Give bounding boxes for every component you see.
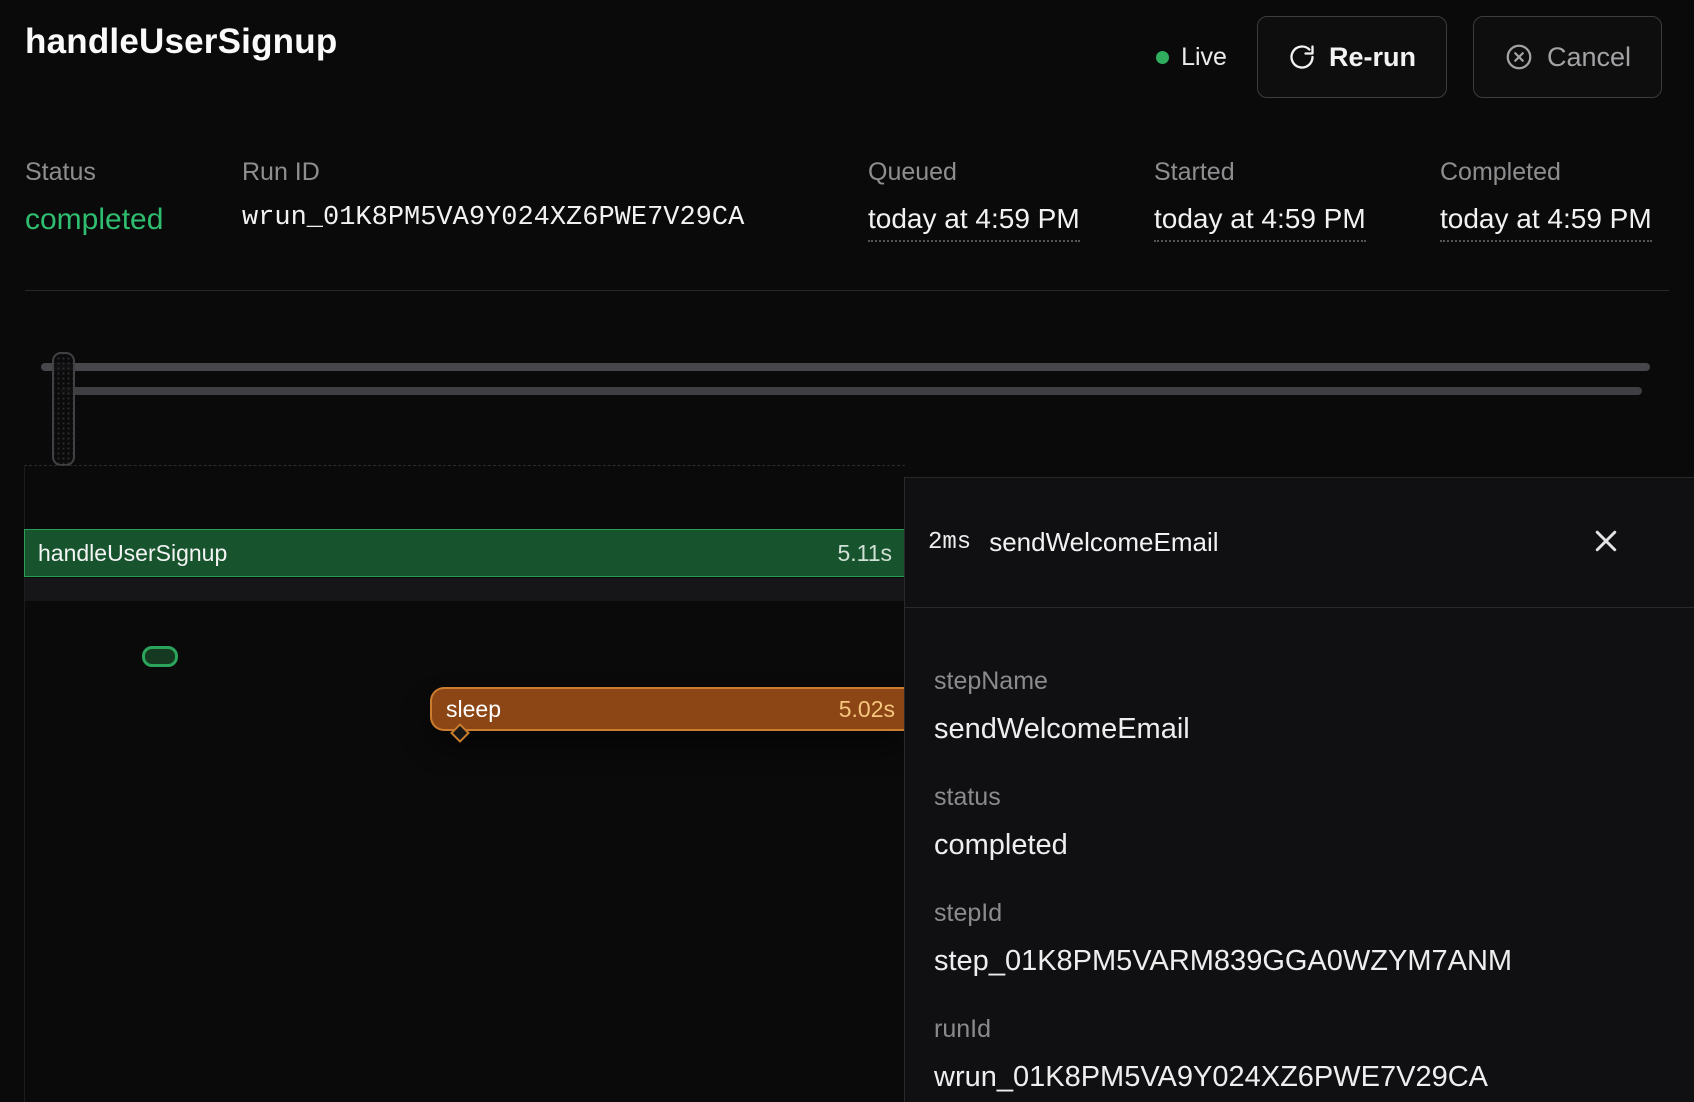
step-duration-badge: 2ms	[928, 529, 971, 556]
cancel-button[interactable]: Cancel	[1473, 16, 1662, 98]
cancel-button-label: Cancel	[1547, 42, 1631, 73]
meta-started-label: Started	[1154, 158, 1366, 187]
meta-status-label: Status	[25, 158, 163, 187]
page-title: handleUserSignup	[25, 22, 337, 62]
minimap-track-root	[41, 363, 1650, 371]
rerun-button-label: Re-run	[1329, 42, 1416, 73]
meta-status: Status completed	[25, 158, 163, 237]
completed-time[interactable]: today at 4:59 PM	[1440, 203, 1652, 242]
rerun-button[interactable]: Re-run	[1257, 16, 1447, 98]
field-step-name-value: sendWelcomeEmail	[934, 710, 1664, 748]
close-icon	[1591, 526, 1621, 559]
meta-run-id: Run ID wrun_01K8PM5VA9Y024XZ6PWE7V29CA	[242, 158, 744, 233]
run-details-page: handleUserSignup Live Re-run Cancel	[0, 0, 1694, 1102]
trace-span-root[interactable]: handleUserSignup 5.11s	[24, 529, 905, 577]
circle-x-icon	[1504, 42, 1534, 72]
step-detail-body: stepName sendWelcomeEmail status complet…	[905, 608, 1694, 1096]
live-label: Live	[1181, 43, 1227, 72]
queued-time[interactable]: today at 4:59 PM	[868, 203, 1080, 242]
field-status: status completed	[934, 782, 1664, 864]
trace-span-root-duration: 5.11s	[837, 540, 892, 567]
field-step-name: stepName sendWelcomeEmail	[934, 666, 1664, 748]
trace-span-root-label: handleUserSignup	[38, 540, 227, 567]
field-run-id-label: runId	[934, 1014, 1664, 1044]
header-divider	[25, 290, 1669, 291]
trace-span-sleep-label: sleep	[446, 696, 501, 723]
refresh-icon	[1288, 43, 1316, 71]
trace-span-sleep-duration: 5.02s	[839, 696, 895, 723]
meta-started: Started today at 4:59 PM	[1154, 158, 1366, 242]
live-dot	[1156, 51, 1169, 64]
field-step-id-label: stepId	[934, 898, 1664, 928]
step-detail-panel: 2ms sendWelcomeEmail stepName sendWelcom…	[904, 477, 1694, 1102]
step-detail-header: 2ms sendWelcomeEmail	[905, 478, 1694, 608]
live-indicator: Live	[1156, 43, 1227, 72]
meta-run-id-label: Run ID	[242, 158, 744, 187]
minimap-brush-handle[interactable]	[52, 352, 75, 466]
field-status-value: completed	[934, 826, 1664, 864]
step-detail-title: sendWelcomeEmail	[989, 527, 1218, 558]
minimap-track-child	[60, 387, 1642, 395]
meta-queued: Queued today at 4:59 PM	[868, 158, 1080, 242]
waterfall-top-border	[24, 465, 905, 466]
trace-span-send-welcome-email[interactable]	[142, 646, 178, 667]
meta-completed-label: Completed	[1440, 158, 1652, 187]
selected-row-highlight	[25, 578, 905, 601]
run-id-value: wrun_01K8PM5VA9Y024XZ6PWE7V29CA	[242, 203, 744, 233]
header-actions: Live Re-run Cancel	[1156, 16, 1662, 98]
started-time[interactable]: today at 4:59 PM	[1154, 203, 1366, 242]
field-step-id-value: step_01K8PM5VARM839GGA0WZYM7ANM	[934, 942, 1664, 980]
field-run-id: runId wrun_01K8PM5VA9Y024XZ6PWE7V29CA	[934, 1014, 1664, 1096]
field-run-id-value: wrun_01K8PM5VA9Y024XZ6PWE7V29CA	[934, 1058, 1664, 1096]
status-badge: completed	[25, 203, 163, 237]
field-step-id: stepId step_01K8PM5VARM839GGA0WZYM7ANM	[934, 898, 1664, 980]
meta-queued-label: Queued	[868, 158, 1080, 187]
field-step-name-label: stepName	[934, 666, 1664, 696]
field-status-label: status	[934, 782, 1664, 812]
meta-completed: Completed today at 4:59 PM	[1440, 158, 1652, 242]
panel-close-button[interactable]	[1584, 521, 1628, 565]
trace-span-sleep[interactable]: sleep 5.02s	[430, 687, 905, 731]
